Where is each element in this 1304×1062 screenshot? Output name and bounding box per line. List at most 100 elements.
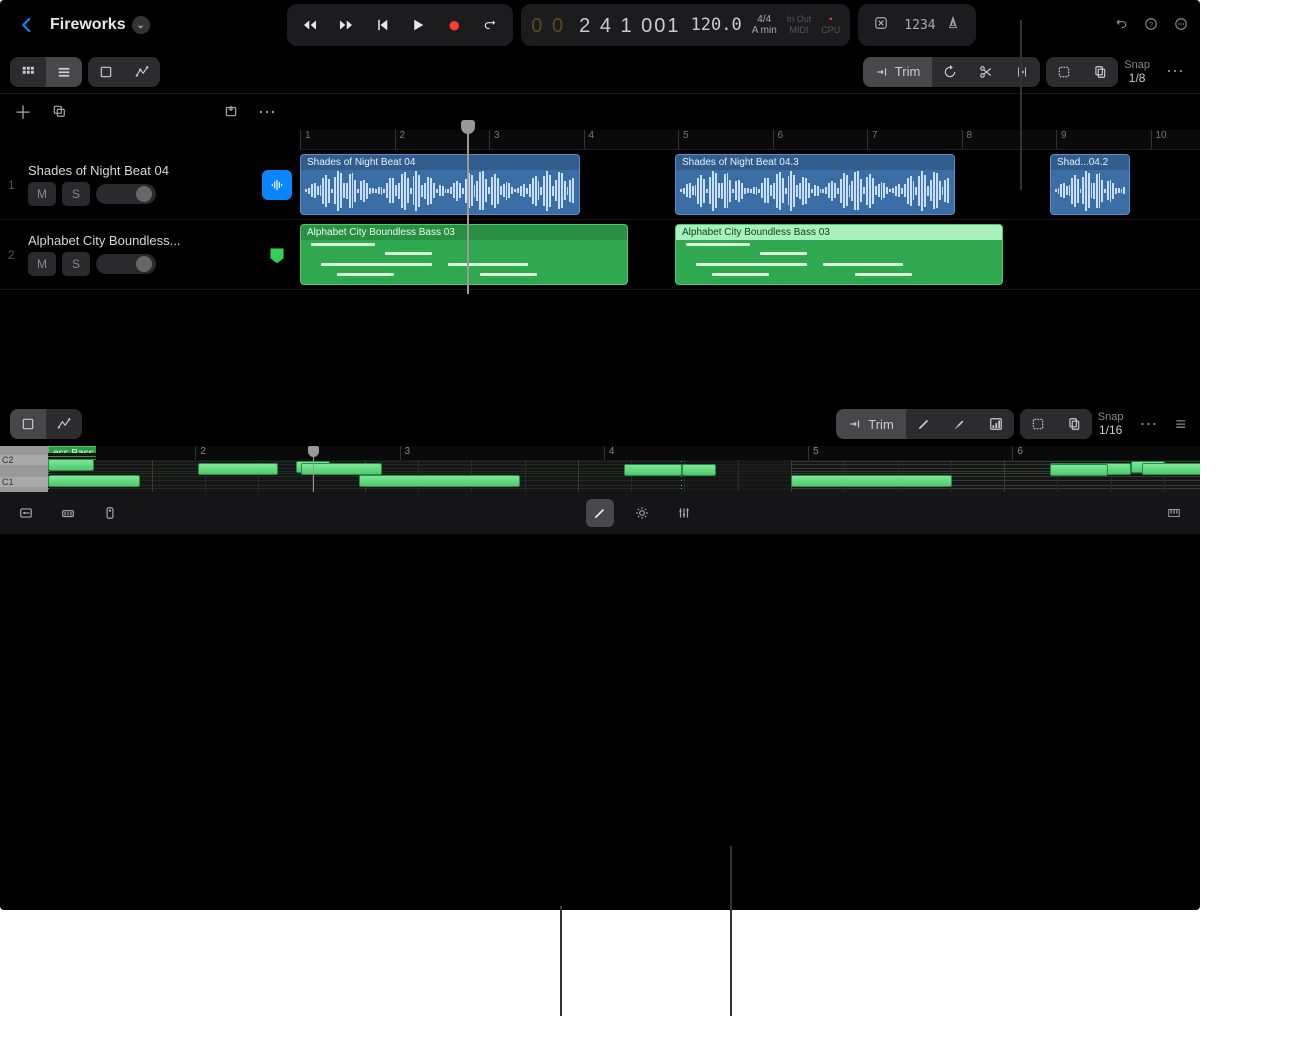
- playhead[interactable]: [467, 124, 469, 294]
- midi-region[interactable]: Alphabet City Boundless Bass 03: [300, 224, 628, 285]
- cycle-button[interactable]: [473, 8, 507, 42]
- stretch-tool-button[interactable]: [1004, 57, 1040, 87]
- midi-note[interactable]: [682, 464, 717, 476]
- midi-note[interactable]: [48, 475, 140, 487]
- loop-tool-button[interactable]: [932, 57, 968, 87]
- lcd-display[interactable]: 0 0 2 4 1 001 120.0 4/4 A min In Out MID…: [521, 4, 850, 46]
- add-track-button[interactable]: ＋: [10, 99, 36, 125]
- volume-fader[interactable]: [96, 184, 156, 204]
- play-button[interactable]: [401, 8, 435, 42]
- arrange-more-icon[interactable]: ⋯: [1160, 61, 1190, 82]
- track-view-button[interactable]: [46, 57, 82, 87]
- track-header[interactable]: 1 Shades of Night Beat 04 M S: [0, 150, 300, 220]
- region-label: Alphabet City Boundless Bass 03: [301, 225, 627, 240]
- pr-menu-icon[interactable]: ≡: [1169, 414, 1190, 435]
- lcd-io: In Out MIDI: [787, 14, 812, 36]
- track-lane[interactable]: Shades of Night Beat 04 Shades of Night …: [300, 150, 1200, 220]
- pr-trim-label: Trim: [868, 417, 894, 432]
- pr-automation-button[interactable]: [46, 409, 82, 439]
- help-icon[interactable]: ?: [1144, 15, 1158, 36]
- audio-region[interactable]: Shades of Night Beat 04.3: [675, 154, 955, 215]
- callout-line: [1020, 20, 1022, 190]
- svg-text:?: ?: [1149, 19, 1153, 28]
- instrument-icon: [262, 240, 292, 270]
- fast-forward-button[interactable]: [329, 8, 363, 42]
- project-title[interactable]: Fireworks ⌄: [50, 16, 150, 34]
- metronome-icon[interactable]: [940, 16, 966, 34]
- piano-roll-panel: Trim Snap 1/16 ⋯ ≡ C2C1 2 3: [0, 400, 1200, 492]
- lcd-bars-dim: 0 0: [531, 15, 565, 37]
- pr-snap-control[interactable]: Snap 1/16: [1098, 411, 1124, 437]
- audio-region[interactable]: Shad...04.2: [1050, 154, 1130, 215]
- ruler-tick: 9: [1056, 130, 1067, 149]
- pr-marquee-button[interactable]: [1020, 409, 1056, 439]
- pr-more-icon[interactable]: ⋯: [1133, 414, 1163, 435]
- midi-note[interactable]: [791, 475, 952, 487]
- region-label: Shad...04.2: [1051, 155, 1129, 170]
- view-settings-button[interactable]: [628, 499, 656, 527]
- region-inspector-button[interactable]: [88, 57, 124, 87]
- timeline-ruler[interactable]: 1 2 3 4 5 6 7 8 9 10: [300, 130, 1200, 150]
- pr-pencil-tool-button[interactable]: [906, 409, 942, 439]
- back-button[interactable]: [12, 10, 42, 41]
- midi-note[interactable]: [198, 463, 279, 475]
- rewind-button[interactable]: [293, 8, 327, 42]
- bottom-bar: [0, 492, 1200, 534]
- settings-button[interactable]: [670, 499, 698, 527]
- track-lane[interactable]: Alphabet City Boundless Bass 03 Alphabet…: [300, 220, 1200, 290]
- pr-region-view-button[interactable]: [10, 409, 46, 439]
- midi-preview: [305, 239, 623, 282]
- mute-button[interactable]: M: [28, 252, 56, 276]
- library-button[interactable]: [12, 499, 40, 527]
- more-icon[interactable]: [1174, 15, 1188, 36]
- pr-trim-tool-button[interactable]: Trim: [836, 409, 906, 439]
- snap-control[interactable]: Snap 1/8: [1124, 59, 1150, 85]
- automation-button[interactable]: [124, 57, 160, 87]
- midi-note[interactable]: [1142, 463, 1200, 475]
- record-button[interactable]: ●: [437, 8, 471, 42]
- count-in-button[interactable]: 1234: [904, 18, 930, 33]
- scissors-tool-button[interactable]: [968, 57, 1004, 87]
- pr-playhead[interactable]: [313, 446, 314, 492]
- audio-region[interactable]: Shades of Night Beat 04: [300, 154, 580, 215]
- pianoroll-grid[interactable]: 2 3 4 5 6 ess Bass 03 Alphabet City Boun…: [48, 446, 1200, 492]
- go-to-start-button[interactable]: [365, 8, 399, 42]
- edit-button[interactable]: [586, 499, 614, 527]
- pianoroll-body: C2C1 2 3 4 5 6 ess Bass 03 Alphabet City…: [0, 446, 1200, 492]
- snap-label: Snap: [1124, 59, 1150, 72]
- midi-preview: [680, 239, 998, 282]
- mute-button[interactable]: M: [28, 182, 56, 206]
- pr-brush-tool-button[interactable]: [942, 409, 978, 439]
- midi-note[interactable]: [624, 464, 682, 476]
- track-header[interactable]: 2 Alphabet City Boundless... M S: [0, 220, 300, 290]
- pr-ruler-tick: 3: [400, 446, 411, 460]
- track-more-icon[interactable]: ⋯: [254, 102, 280, 123]
- mixer-button[interactable]: [54, 499, 82, 527]
- duplicate-track-button[interactable]: [46, 102, 72, 123]
- midi-note[interactable]: [359, 475, 520, 487]
- pr-velocity-tool-button[interactable]: [978, 409, 1014, 439]
- solo-button[interactable]: S: [62, 252, 90, 276]
- marquee-button[interactable]: [1046, 57, 1082, 87]
- import-button[interactable]: [218, 102, 244, 123]
- replace-icon[interactable]: [868, 16, 894, 34]
- lcd-bars: 2 4 1 001: [579, 15, 680, 37]
- copy-button[interactable]: [1082, 57, 1118, 87]
- pianoroll-ruler[interactable]: 2 3 4 5 6: [96, 446, 1200, 460]
- empty-arrange-space: [0, 290, 1200, 400]
- midi-note[interactable]: [1050, 464, 1108, 476]
- volume-fader[interactable]: [96, 254, 156, 274]
- callout-line: [730, 846, 732, 1016]
- track-name: Alphabet City Boundless...: [28, 233, 254, 248]
- smart-controls-button[interactable]: [96, 499, 124, 527]
- pr-copy-button[interactable]: [1056, 409, 1092, 439]
- keyboard-button[interactable]: [1160, 499, 1188, 527]
- region-label: Alphabet City Boundless Bass 03: [676, 225, 1002, 240]
- piano-keyboard[interactable]: C2C1: [0, 446, 48, 492]
- trim-tool-button[interactable]: Trim: [863, 57, 933, 87]
- grid-view-button[interactable]: [10, 57, 46, 87]
- undo-icon[interactable]: [1114, 15, 1128, 36]
- midi-note[interactable]: [48, 459, 94, 471]
- solo-button[interactable]: S: [62, 182, 90, 206]
- midi-region[interactable]: Alphabet City Boundless Bass 03: [675, 224, 1003, 285]
